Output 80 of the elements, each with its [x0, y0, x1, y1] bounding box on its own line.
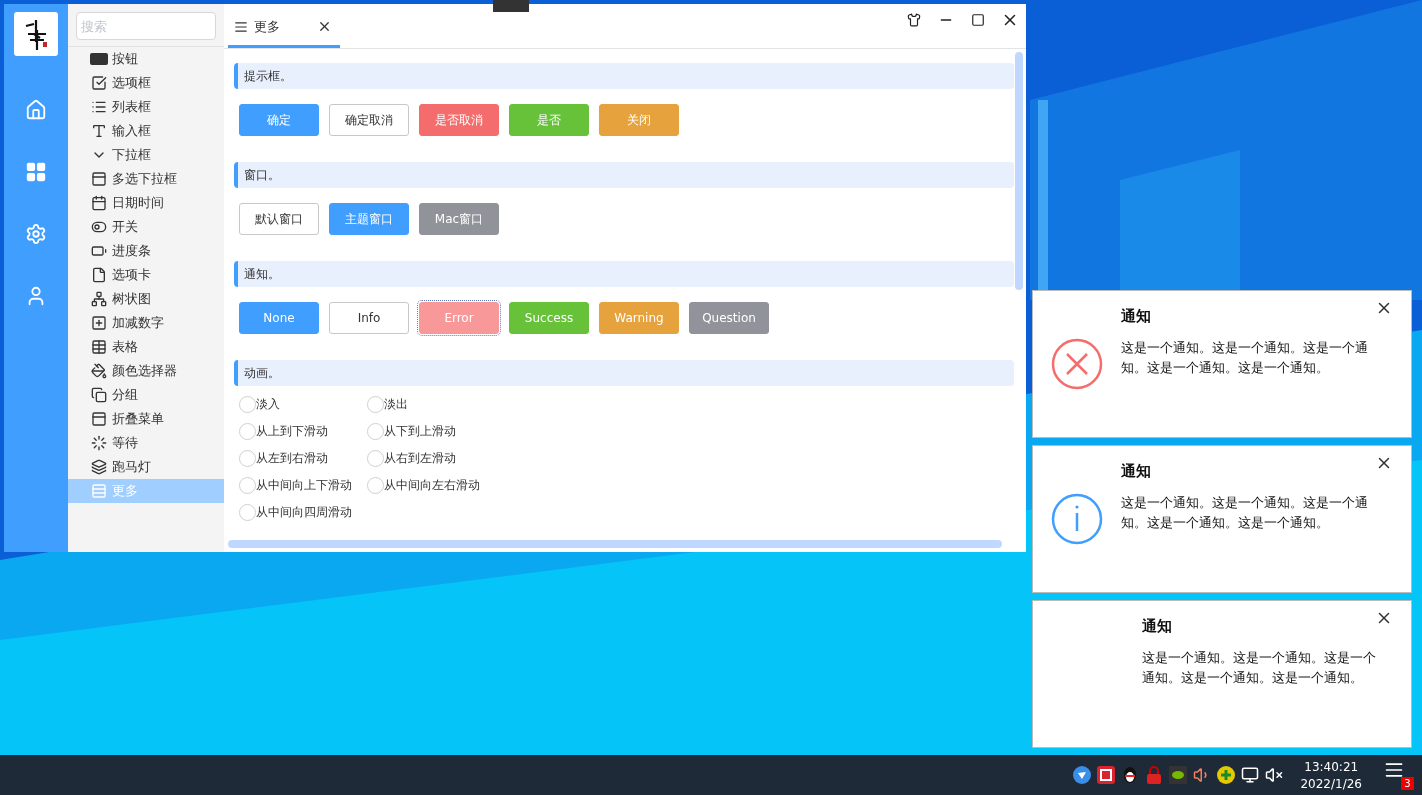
notification-title: 通知 [1142, 617, 1173, 636]
radio-label: 从左到右滑动 [256, 450, 328, 467]
nav-item[interactable]: 树状图 [68, 287, 224, 311]
radio-button[interactable] [239, 423, 256, 440]
radio-label: 从下到上滑动 [384, 423, 456, 440]
close-icon[interactable] [317, 19, 332, 34]
logo-icon [14, 12, 58, 56]
spinner-icon [90, 434, 108, 452]
nav-item[interactable]: 选项框 [68, 71, 224, 95]
copy-icon [90, 386, 108, 404]
nav-item[interactable]: 多选下拉框 [68, 167, 224, 191]
nav-item[interactable]: 开关 [68, 215, 224, 239]
panel-icon [90, 410, 108, 428]
nav-item[interactable]: 选项卡 [68, 263, 224, 287]
radio-button[interactable] [367, 396, 384, 413]
nav-item[interactable]: 折叠菜单 [68, 407, 224, 431]
radio-button[interactable] [367, 450, 384, 467]
text-icon [90, 122, 108, 140]
tree-icon [90, 290, 108, 308]
radio-button[interactable] [239, 450, 256, 467]
plus-minus-icon [90, 314, 108, 332]
paint-bucket-icon [90, 362, 108, 380]
radio-label: 从中间向左右滑动 [384, 477, 480, 494]
notification-title: 通知 [1121, 462, 1152, 481]
radio-button[interactable] [239, 477, 256, 494]
radio-button[interactable] [367, 423, 384, 440]
nav-item[interactable]: 等待 [68, 431, 224, 455]
notification-message: 这是一个通知。这是一个通知。这是一个通知。这是一个通知。这是一个通知。 [1142, 649, 1377, 687]
nav-item[interactable]: 日期时间 [68, 191, 224, 215]
page-icon [90, 266, 108, 284]
list-icon [234, 19, 248, 34]
section-title: 提示框。 [234, 63, 1014, 89]
action-button[interactable]: Info [329, 302, 409, 334]
radio-label: 从中间向上下滑动 [256, 477, 352, 494]
nav-item[interactable]: 颜色选择器 [68, 359, 224, 383]
action-button[interactable]: 默认窗口 [239, 203, 319, 235]
time-text: 13:40:21 [1304, 759, 1359, 774]
radio-label: 从右到左滑动 [384, 450, 456, 467]
section-title: 动画。 [234, 360, 1014, 386]
nav-item[interactable]: 进度条 [68, 239, 224, 263]
tab-label: 更多 [254, 17, 280, 36]
notification-title: 通知 [1121, 307, 1152, 326]
action-button[interactable]: 确定取消 [329, 104, 409, 136]
radio-label: 淡出 [384, 396, 408, 413]
radio-label: 从中间向四周滑动 [256, 504, 352, 521]
layers-icon [90, 458, 108, 476]
radio-button[interactable] [239, 504, 256, 521]
nav-item[interactable]: 输入框 [68, 119, 224, 143]
radio-button[interactable] [367, 477, 384, 494]
nav-item[interactable]: 加减数字 [68, 311, 224, 335]
radio-label: 从上到下滑动 [256, 423, 328, 440]
search-field[interactable]: 搜索 [76, 12, 216, 40]
info-icon [1051, 493, 1103, 545]
error-icon [1051, 338, 1103, 390]
scrollbar[interactable] [228, 540, 1002, 548]
scrollbar[interactable] [1015, 52, 1023, 290]
section-title: 通知。 [234, 261, 1014, 287]
nav-item[interactable]: 分组 [68, 383, 224, 407]
notification-center-icon[interactable] [1384, 760, 1404, 780]
date-text: 2022/1/26 [1300, 776, 1362, 791]
clock[interactable]: 13:40:21 2022/1/26 [1300, 759, 1362, 791]
radio-label: 淡入 [256, 396, 280, 413]
checkbox-icon [90, 74, 108, 92]
nav-item[interactable]: 列表框 [68, 95, 224, 119]
notification-message: 这是一个通知。这是一个通知。这是一个通知。这是一个通知。这是一个通知。 [1121, 339, 1369, 377]
nav-item[interactable]: 跑马灯 [68, 455, 224, 479]
nav-item[interactable]: 下拉框 [68, 143, 224, 167]
nav-item[interactable]: 表格 [68, 335, 224, 359]
count-badge: 3 [1401, 777, 1414, 790]
drag-handle[interactable] [493, 0, 529, 12]
tab[interactable]: 更多 [228, 8, 340, 48]
radio-button[interactable] [239, 396, 256, 413]
notification-message: 这是一个通知。这是一个通知。这是一个通知。这是一个通知。这是一个通知。 [1121, 494, 1369, 532]
section-title: 窗口。 [234, 162, 1014, 188]
panel-icon [90, 170, 108, 188]
rows-icon [90, 482, 108, 500]
btn-icon [90, 50, 108, 68]
calendar-icon [90, 194, 108, 212]
nav-item[interactable]: 按钮 [68, 47, 224, 71]
table-icon [90, 338, 108, 356]
